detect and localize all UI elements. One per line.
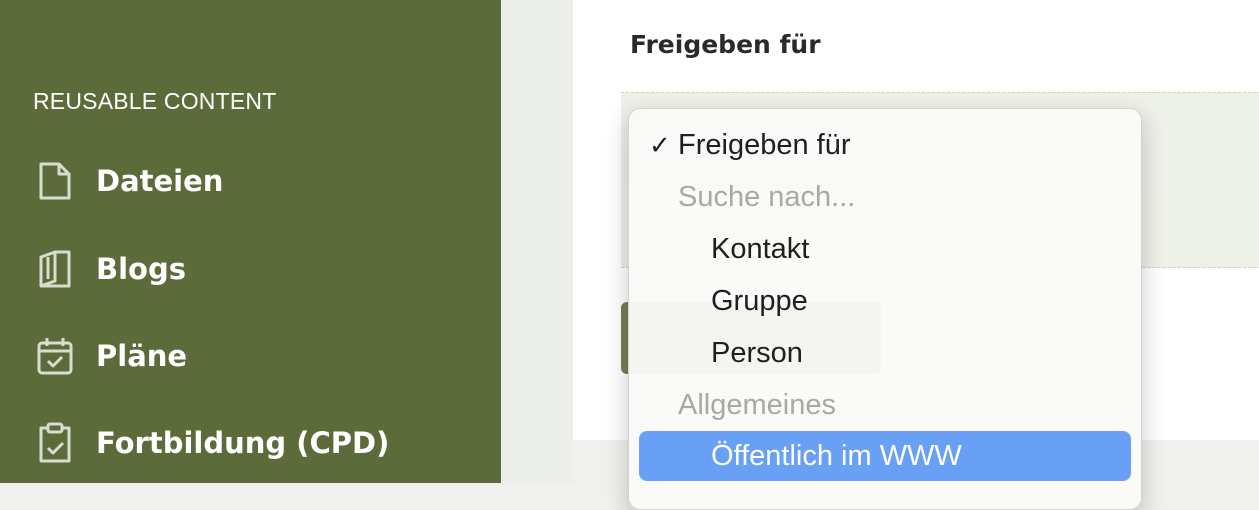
- file-icon: [33, 159, 77, 203]
- group-header-suche: Suche nach...: [629, 172, 1141, 222]
- sidebar-item-fortbildung[interactable]: Fortbildung (CPD): [33, 421, 473, 465]
- sidebar-item-label: Blogs: [96, 252, 186, 286]
- clipboard-check-icon: [33, 421, 77, 465]
- option-label: Freigeben für: [678, 128, 851, 161]
- sidebar-item-blogs[interactable]: Blogs: [33, 247, 473, 291]
- sidebar-item-label: Pläne: [96, 339, 188, 373]
- book-icon: [33, 247, 77, 291]
- group-header-allgemeines: Allgemeines: [629, 380, 1141, 430]
- sidebar: REUSABLE CONTENT Dateien Blogs Pläne For…: [0, 0, 501, 483]
- option-label: Gruppe: [711, 284, 808, 317]
- sidebar-item-dateien[interactable]: Dateien: [33, 159, 473, 203]
- option-label: Suche nach...: [678, 180, 856, 213]
- share-dropdown-menu: ✓ Freigeben für Suche nach... Kontakt Gr…: [628, 108, 1142, 510]
- option-freigeben-fuer[interactable]: ✓ Freigeben für: [629, 120, 1141, 170]
- sidebar-item-label: Fortbildung (CPD): [96, 426, 390, 460]
- option-label: Öffentlich im WWW: [711, 439, 962, 472]
- option-label: Allgemeines: [678, 388, 836, 421]
- sidebar-item-plaene[interactable]: Pläne: [33, 334, 473, 378]
- share-label: Freigeben für: [630, 30, 821, 59]
- section-heading: REUSABLE CONTENT: [33, 88, 277, 114]
- option-gruppe[interactable]: Gruppe: [629, 276, 1141, 326]
- option-kontakt[interactable]: Kontakt: [629, 224, 1141, 274]
- calendar-check-icon: [33, 334, 77, 378]
- option-person[interactable]: Person: [629, 328, 1141, 378]
- sidebar-item-label: Dateien: [96, 164, 224, 198]
- option-label: Person: [711, 336, 803, 369]
- option-oeffentlich-im-www[interactable]: Öffentlich im WWW: [639, 431, 1131, 481]
- content-background: [501, 0, 573, 483]
- checkmark-icon: ✓: [649, 129, 671, 160]
- option-label: Kontakt: [711, 232, 810, 265]
